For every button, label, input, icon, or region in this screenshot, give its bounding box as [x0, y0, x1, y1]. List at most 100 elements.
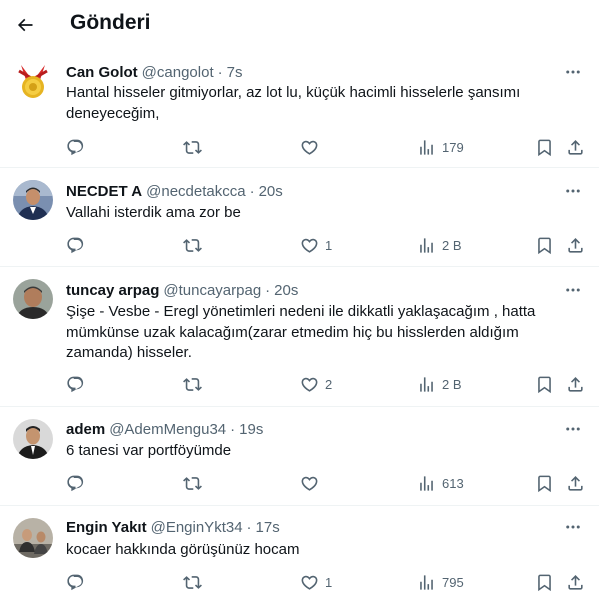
avatar[interactable] [13, 180, 53, 220]
retweet-icon [183, 377, 202, 391]
more-options-button[interactable] [561, 62, 585, 82]
avatar[interactable] [13, 279, 53, 319]
action-bar: 613 [0, 472, 599, 494]
views-button[interactable]: 613 [417, 472, 464, 494]
more-options-button[interactable] [561, 280, 585, 300]
user-photo [13, 279, 53, 319]
share-icon [568, 237, 583, 253]
bookmark-button[interactable] [535, 234, 554, 256]
user-photo [13, 518, 53, 558]
analytics-bar-icon [420, 574, 433, 590]
reply-tweet[interactable]: Can Golot @cangolot · 7s Hantal hisseler… [0, 50, 599, 168]
user-photo [13, 180, 53, 220]
timestamp[interactable]: 20s [274, 282, 298, 299]
more-dots-icon [566, 427, 580, 431]
reply-button[interactable] [66, 136, 91, 158]
retweet-button[interactable] [183, 472, 208, 494]
retweet-button[interactable] [183, 136, 208, 158]
bookmark-icon [538, 574, 551, 591]
display-name[interactable]: Can Golot [66, 64, 138, 81]
bookmark-button[interactable] [535, 136, 554, 158]
share-icon [568, 139, 583, 155]
avatar[interactable] [13, 518, 53, 558]
bookmark-icon [538, 139, 551, 156]
page-title: Gönderi [70, 11, 151, 34]
user-handle[interactable]: @tuncayarpag [163, 282, 261, 299]
top-bar: Gönderi [0, 0, 599, 50]
more-options-button[interactable] [561, 419, 585, 439]
more-options-button[interactable] [561, 181, 585, 201]
reply-tweet[interactable]: adem @AdemMengu34 · 19s 6 tanesi var por… [0, 408, 599, 506]
like-count: 2 [325, 376, 333, 392]
action-bar: 179 [0, 136, 599, 158]
separator-dot: · [249, 182, 255, 200]
reply-icon [67, 475, 84, 491]
view-count: 795 [442, 574, 464, 590]
display-name[interactable]: adem [66, 421, 105, 438]
user-handle[interactable]: @cangolot [142, 64, 214, 81]
timestamp[interactable]: 19s [239, 421, 263, 438]
like-button[interactable] [300, 136, 325, 158]
like-button[interactable]: 2 [300, 373, 332, 395]
bookmark-button[interactable] [535, 373, 554, 395]
view-count: 2 B [442, 376, 462, 392]
tweet-text: Hantal hisseler gitmiyorlar, az lot lu, … [66, 83, 566, 124]
avatar[interactable] [13, 419, 53, 459]
bookmark-icon [538, 376, 551, 393]
share-button[interactable] [566, 571, 585, 593]
share-button[interactable] [566, 373, 585, 395]
display-name[interactable]: tuncay arpag [66, 282, 159, 299]
views-button[interactable]: 2 B [417, 234, 462, 256]
reply-tweet[interactable]: Engin Yakıt @EnginYkt34 · 17s kocaer hak… [0, 507, 599, 604]
retweet-button[interactable] [183, 234, 208, 256]
retweet-button[interactable] [183, 571, 208, 593]
tweet-header: adem @AdemMengu34 · 19s [66, 419, 263, 439]
display-name[interactable]: Engin Yakıt [66, 519, 147, 536]
user-handle[interactable]: @EnginYkt34 [151, 519, 243, 536]
heart-icon [301, 377, 318, 392]
more-options-button[interactable] [561, 517, 585, 537]
retweet-button[interactable] [183, 373, 208, 395]
arrow-left-icon [17, 18, 33, 32]
timestamp[interactable]: 7s [227, 64, 243, 81]
timestamp[interactable]: 17s [256, 519, 280, 536]
bookmark-button[interactable] [535, 472, 554, 494]
bookmark-button[interactable] [535, 571, 554, 593]
views-button[interactable]: 179 [417, 136, 464, 158]
action-bar: 2 2 B [0, 373, 599, 395]
reply-tweet[interactable]: tuncay arpag @tuncayarpag · 20s Şişe - V… [0, 268, 599, 407]
user-handle[interactable]: @necdetakcca [146, 183, 245, 200]
tweet-text-line: Şişe - Vesbe - Eregl yönetimleri nedeni … [66, 303, 536, 320]
reply-button[interactable] [66, 373, 91, 395]
user-handle[interactable]: @AdemMengu34 [109, 421, 226, 438]
like-button[interactable]: 1 [300, 234, 332, 256]
like-button[interactable]: 1 [300, 571, 332, 593]
more-dots-icon [566, 70, 580, 74]
reply-button[interactable] [66, 234, 91, 256]
reply-button[interactable] [66, 571, 91, 593]
view-count: 2 B [442, 237, 462, 253]
timestamp[interactable]: 20s [259, 183, 283, 200]
share-button[interactable] [566, 136, 585, 158]
views-button[interactable]: 2 B [417, 373, 462, 395]
display-name[interactable]: NECDET A [66, 183, 142, 200]
share-button[interactable] [566, 472, 585, 494]
avatar[interactable] [13, 61, 53, 101]
tweet-text-line: zamanda) hisseler. [66, 344, 192, 361]
reply-button[interactable] [66, 472, 91, 494]
heart-icon [301, 140, 318, 155]
like-count: 1 [325, 574, 333, 590]
tweet-text: Şişe - Vesbe - Eregl yönetimleri nedeni … [66, 302, 566, 364]
share-button[interactable] [566, 234, 585, 256]
views-button[interactable]: 795 [417, 571, 464, 593]
action-bar: 1 795 [0, 571, 599, 593]
tweet-text-line: Hantal hisseler gitmiyorlar, az lot lu, … [66, 84, 521, 101]
like-button[interactable] [300, 472, 325, 494]
reply-tweet[interactable]: NECDET A @necdetakcca · 20s Vallahi iste… [0, 169, 599, 267]
analytics-bar-icon [420, 237, 433, 253]
medal-avatar-image [13, 61, 53, 101]
analytics-bar-icon [420, 139, 433, 155]
reply-icon [67, 574, 84, 590]
tweet-text: kocaer hakkında görüşünüz hocam [66, 540, 566, 561]
back-button[interactable] [8, 8, 42, 42]
